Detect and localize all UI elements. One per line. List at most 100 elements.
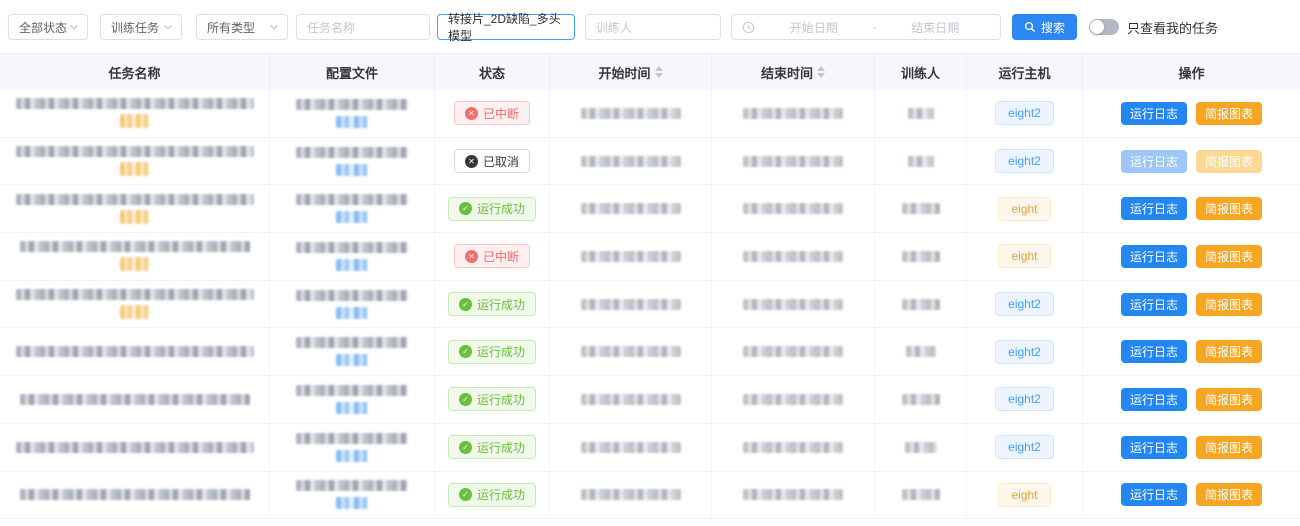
end-time-redacted (743, 108, 843, 119)
run-log-button[interactable]: 运行日志 (1121, 340, 1187, 363)
run-log-button[interactable]: 运行日志 (1121, 436, 1187, 459)
config-file-redacted (296, 147, 408, 158)
report-chart-button[interactable]: 简报图表 (1196, 293, 1262, 316)
start-date-placeholder[interactable]: 开始日期 (759, 19, 869, 36)
trainer-redacted (902, 251, 940, 262)
config-file-link-redacted[interactable] (336, 211, 368, 223)
host-cell: eight2 (967, 328, 1083, 375)
job-type-select[interactable]: 训练任务 (100, 14, 182, 40)
status-label: 已取消 (483, 153, 519, 170)
config-file-link-redacted[interactable] (336, 497, 368, 509)
task-search-input[interactable]: 转接片_2D缺陷_多头模型 (437, 14, 575, 40)
end-time-cell (712, 281, 875, 328)
host-cell: eight2 (967, 281, 1083, 328)
report-chart-button[interactable]: 简报图表 (1196, 197, 1262, 220)
table-row[interactable]: ✕ 已中断 eight 运行日志 简报图表 (0, 233, 1300, 281)
task-table: 任务名称配置文件状态开始时间结束时间训练人运行主机操作 ✕ 已中断 eight2 (0, 53, 1300, 526)
config-file-cell (270, 281, 435, 328)
report-chart-button[interactable]: 简报图表 (1196, 436, 1262, 459)
run-log-button[interactable]: 运行日志 (1121, 293, 1187, 316)
column-header-4[interactable]: 开始时间 (550, 54, 712, 90)
my-tasks-toggle[interactable] (1089, 19, 1119, 35)
date-range-picker[interactable]: 开始日期 - 结束日期 (731, 14, 1001, 40)
column-header-5[interactable]: 结束时间 (712, 54, 875, 90)
chevron-down-icon (269, 22, 279, 32)
table-row[interactable]: ✕ 已取消 eight2 运行日志 简报图表 (0, 138, 1300, 186)
status-label: 已中断 (483, 105, 519, 122)
sort-caret-icon[interactable] (655, 66, 663, 78)
run-log-button[interactable]: 运行日志 (1121, 150, 1187, 173)
run-log-button[interactable]: 运行日志 (1121, 388, 1187, 411)
report-chart-button[interactable]: 简报图表 (1196, 340, 1262, 363)
config-file-link-redacted[interactable] (336, 450, 368, 462)
table-row[interactable]: ✓ 运行成功 eight2 运行日志 简报图表 (0, 424, 1300, 472)
run-log-button[interactable]: 运行日志 (1121, 483, 1187, 506)
table-row[interactable]: ✓ 运行成功 eight 运行日志 简报图表 (0, 472, 1300, 520)
table-row[interactable]: ✓ 运行成功 eight2 运行日志 简报图表 (0, 328, 1300, 376)
end-time-redacted (743, 489, 843, 500)
task-tag-redacted (120, 210, 150, 224)
job-type-select-value: 训练任务 (111, 19, 159, 36)
start-time-cell (550, 138, 712, 185)
report-chart-button[interactable]: 简报图表 (1196, 388, 1262, 411)
config-file-link-redacted[interactable] (336, 307, 368, 319)
config-file-link-redacted[interactable] (336, 354, 368, 366)
task-name-cell (0, 138, 270, 185)
end-time-redacted (743, 251, 843, 262)
status-badge: ✓ 运行成功 (448, 483, 536, 507)
host-badge: eight2 (995, 340, 1054, 364)
report-chart-button[interactable]: 简报图表 (1196, 483, 1262, 506)
status-icon: ✓ (459, 488, 472, 501)
start-time-cell (550, 328, 712, 375)
table-row[interactable]: ✓ 运行成功 eight2 运行日志 简报图表 (0, 281, 1300, 329)
trainer-redacted (906, 346, 936, 357)
run-log-button[interactable]: 运行日志 (1121, 102, 1187, 125)
column-header-label: 操作 (1178, 63, 1204, 82)
status-cell: ✓ 运行成功 (435, 185, 550, 232)
table-row[interactable]: ✕ 已中断 eight2 运行日志 简报图表 (0, 90, 1300, 138)
start-time-redacted (581, 203, 681, 214)
host-badge: eight2 (995, 387, 1054, 411)
config-file-link-redacted[interactable] (336, 402, 368, 414)
report-chart-button[interactable]: 简报图表 (1196, 245, 1262, 268)
task-name-input[interactable]: 任务名称 (296, 14, 430, 40)
config-file-link-redacted[interactable] (336, 259, 368, 271)
actions-cell: 运行日志 简报图表 (1083, 328, 1300, 375)
run-log-button[interactable]: 运行日志 (1121, 245, 1187, 268)
column-header-3: 状态 (435, 54, 550, 90)
run-log-button[interactable]: 运行日志 (1121, 197, 1187, 220)
end-time-cell (712, 472, 875, 519)
trainer-redacted (902, 203, 940, 214)
config-file-link-redacted[interactable] (336, 164, 368, 176)
table-row[interactable]: ✓ 运行成功 eight2 运行日志 简报图表 (0, 376, 1300, 424)
status-cell: ✓ 运行成功 (435, 424, 550, 471)
category-select[interactable]: 所有类型 (196, 14, 288, 40)
table-header: 任务名称配置文件状态开始时间结束时间训练人运行主机操作 (0, 54, 1300, 90)
task-name-redacted (20, 489, 250, 500)
trainer-redacted (905, 442, 937, 453)
trainer-redacted (902, 489, 940, 500)
config-file-cell (270, 185, 435, 232)
config-file-link-redacted[interactable] (336, 116, 368, 128)
report-chart-button[interactable]: 简报图表 (1196, 150, 1262, 173)
status-select[interactable]: 全部状态 (8, 14, 88, 40)
start-time-redacted (581, 156, 681, 167)
report-chart-button[interactable]: 简报图表 (1196, 102, 1262, 125)
trainer-input[interactable]: 训练人 (585, 14, 721, 40)
sort-caret-icon[interactable] (817, 66, 825, 78)
actions-cell: 运行日志 简报图表 (1083, 376, 1300, 423)
end-date-placeholder[interactable]: 结束日期 (881, 19, 991, 36)
category-select-value: 所有类型 (207, 19, 255, 36)
table-row[interactable]: ✓ 运行成功 eight 运行日志 简报图表 (0, 185, 1300, 233)
status-cell: ✓ 运行成功 (435, 472, 550, 519)
trainer-redacted (902, 394, 940, 405)
config-file-redacted (296, 433, 408, 444)
column-header-7: 运行主机 (967, 54, 1083, 90)
search-button[interactable]: 搜索 (1012, 14, 1077, 40)
status-label: 运行成功 (477, 343, 525, 360)
task-name-redacted (16, 346, 254, 357)
end-time-redacted (743, 442, 843, 453)
start-time-cell (550, 281, 712, 328)
chevron-down-icon (163, 22, 173, 32)
start-time-cell (550, 376, 712, 423)
